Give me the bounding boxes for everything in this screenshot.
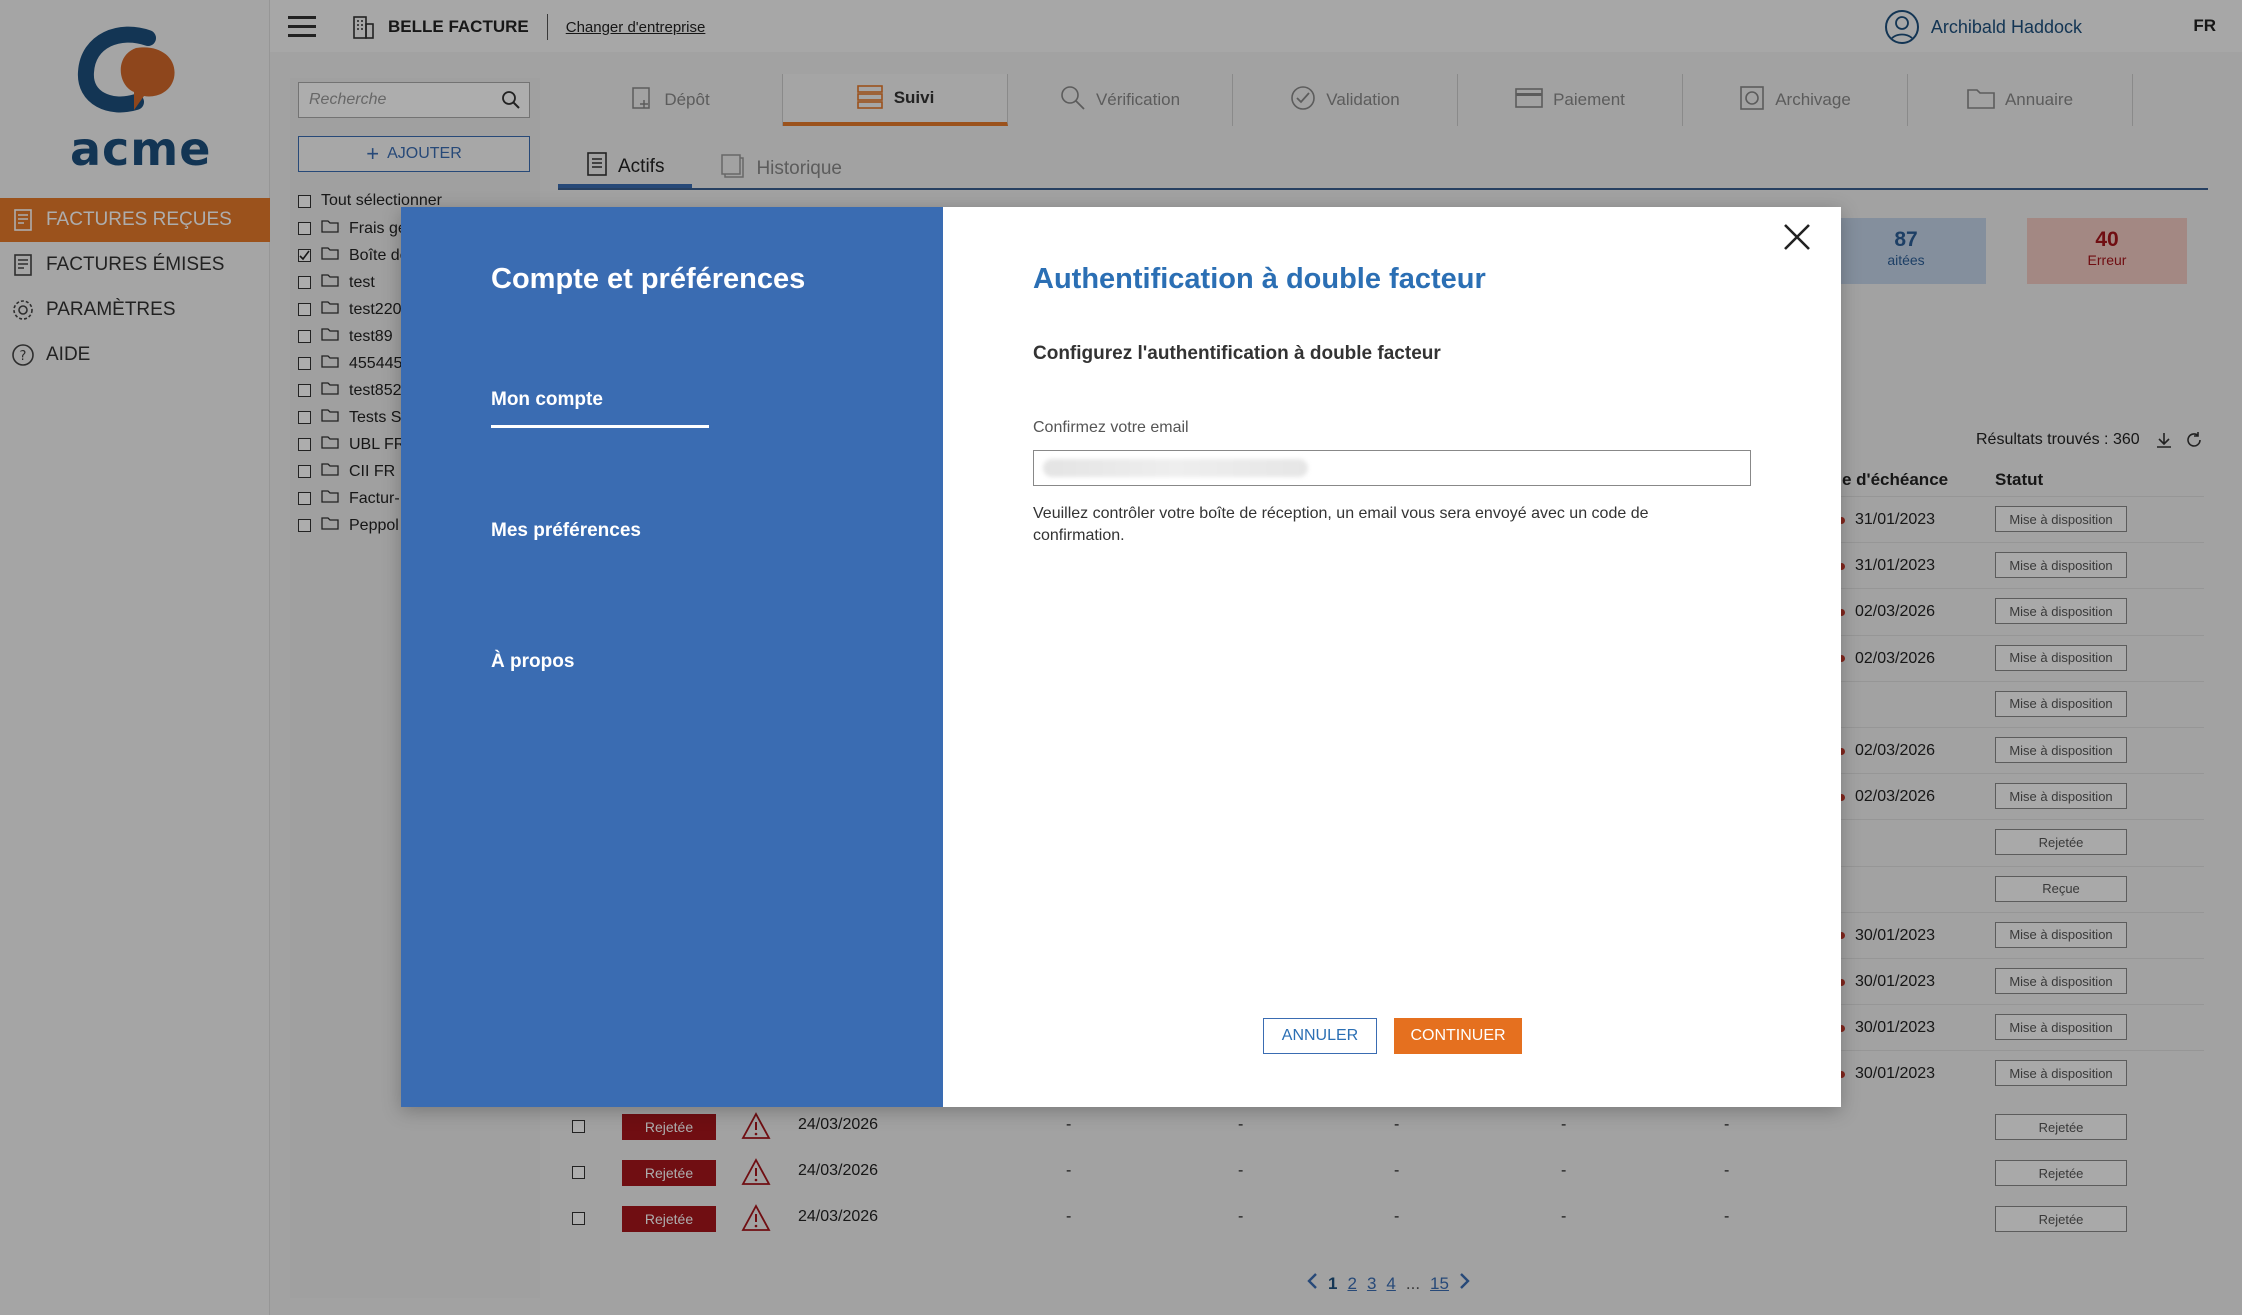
continue-button[interactable]: CONTINUER — [1394, 1018, 1522, 1054]
modal-nav-mes-preferences[interactable]: Mes préférences — [491, 520, 641, 542]
modal-title: Authentification à double facteur — [1033, 263, 1486, 295]
email-label: Confirmez votre email — [1033, 419, 1189, 436]
modal-nav-mon-compte[interactable]: Mon compte — [491, 389, 709, 428]
modal-sidebar-title: Compte et préférences — [491, 263, 806, 295]
modal-sidebar: Compte et préférences Mon compte Mes pré… — [401, 207, 943, 1107]
account-preferences-modal: Compte et préférences Mon compte Mes pré… — [401, 207, 1841, 1107]
modal-nav-a-propos[interactable]: À propos — [491, 651, 574, 673]
cancel-button[interactable]: ANNULER — [1263, 1018, 1377, 1054]
close-icon[interactable] — [1777, 217, 1817, 257]
modal-subtitle: Configurez l'authentification à double f… — [1033, 343, 1441, 364]
blurred-email-value — [1043, 459, 1308, 477]
email-help-text: Veuillez contrôler votre boîte de récept… — [1033, 505, 1649, 544]
modal-content: Authentification à double facteur Config… — [943, 207, 1841, 1107]
